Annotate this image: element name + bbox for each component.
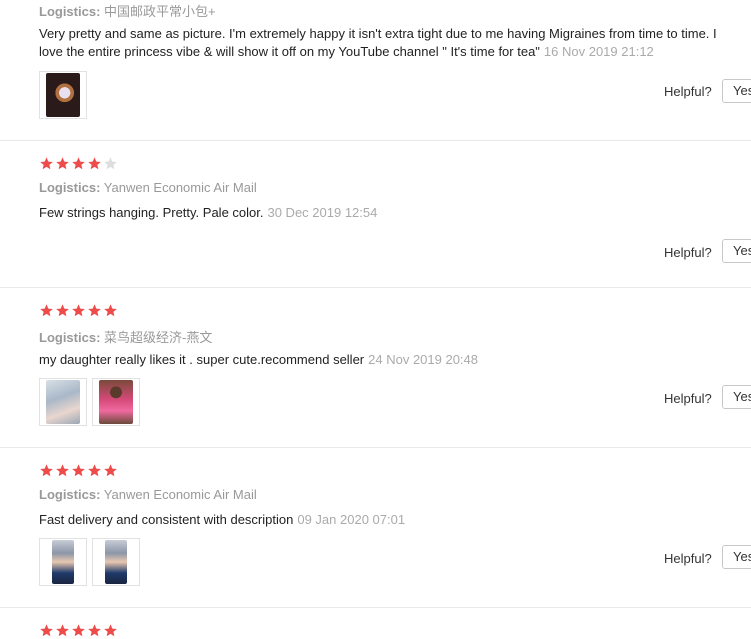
star-rating [39,463,118,479]
star-filled-icon [55,156,70,171]
review-item: Logistics: Yanwen Economic Air Mail Few … [0,141,751,288]
review-item: Logistics: 菜鸟超级经济-燕文 my daughter really … [0,288,751,448]
logistics-label: Logistics: [39,4,101,19]
star-filled-icon [55,623,70,638]
review-text-line-2: love the entire princess vibe & will sho… [39,44,540,59]
helpful-yes-button[interactable]: Yes [722,79,751,103]
helpful-label: Helpful? [664,84,712,99]
logistics-value: 中国邮政平常小包+ [104,4,216,19]
star-filled-icon [71,623,86,638]
logistics-value: 菜鸟超级经济-燕文 [104,330,213,345]
photo-icon [46,380,80,424]
review-item: Logistics: 中国邮政平常小包+ Very pretty and sam… [0,0,751,141]
star-filled-icon [39,156,54,171]
review-text: Few strings hanging. Pretty. Pale color.… [39,204,377,222]
star-filled-icon [39,623,54,638]
review-photo-thumbnail[interactable] [39,538,87,586]
star-empty-icon [103,156,118,171]
helpful-yes-button[interactable]: Yes [722,545,751,569]
star-filled-icon [71,156,86,171]
star-filled-icon [103,623,118,638]
review-photo-thumbnail[interactable] [92,538,140,586]
review-photos [39,538,140,586]
star-filled-icon [87,303,102,318]
star-rating [39,623,118,639]
logistics-info: Logistics: 菜鸟超级经济-燕文 [39,327,212,346]
review-date: 16 Nov 2019 21:12 [543,44,654,59]
logistics-label: Logistics: [39,487,101,502]
review-date: 09 Jan 2020 07:01 [297,512,406,527]
star-filled-icon [71,463,86,478]
review-item [0,608,751,637]
star-filled-icon [39,463,54,478]
logistics-info: Logistics: Yanwen Economic Air Mail [39,487,257,502]
helpful-label: Helpful? [664,391,712,406]
helpful-yes-button[interactable]: Yes [722,239,751,263]
review-text-body: Few strings hanging. Pretty. Pale color. [39,205,264,220]
review-text-body: my daughter really likes it . super cute… [39,352,365,367]
star-filled-icon [87,623,102,638]
review-photos [39,378,140,426]
logistics-info: Logistics: Yanwen Economic Air Mail [39,180,257,195]
review-photo-thumbnail[interactable] [39,71,87,119]
review-text-body: Fast delivery and consistent with descri… [39,512,294,527]
review-photo-thumbnail[interactable] [39,378,87,426]
logistics-info: Logistics: 中国邮政平常小包+ [39,1,216,20]
star-filled-icon [87,156,102,171]
star-filled-icon [87,463,102,478]
star-rating [39,156,118,172]
star-rating [39,303,118,319]
star-filled-icon [103,463,118,478]
logistics-value: Yanwen Economic Air Mail [103,180,257,195]
star-filled-icon [103,303,118,318]
star-filled-icon [71,303,86,318]
logistics-value: Yanwen Economic Air Mail [103,487,257,502]
helpful-label: Helpful? [664,245,712,260]
review-text: Very pretty and same as picture. I'm ext… [39,25,717,61]
photo-icon [99,380,133,424]
photo-icon [46,73,80,117]
review-text: my daughter really likes it . super cute… [39,351,478,369]
logistics-label: Logistics: [39,330,101,345]
review-text: Fast delivery and consistent with descri… [39,511,405,529]
star-filled-icon [39,303,54,318]
helpful-yes-button[interactable]: Yes [722,385,751,409]
logistics-label: Logistics: [39,180,101,195]
helpful-label: Helpful? [664,551,712,566]
photo-icon [105,540,127,584]
review-photos [39,71,87,119]
review-photo-thumbnail[interactable] [92,378,140,426]
review-date: 24 Nov 2019 20:48 [368,352,479,367]
review-text-line: love the entire princess vibe & will sho… [39,43,717,61]
review-date: 30 Dec 2019 12:54 [267,205,378,220]
photo-icon [52,540,74,584]
star-filled-icon [55,303,70,318]
star-filled-icon [55,463,70,478]
review-item: Logistics: Yanwen Economic Air Mail Fast… [0,448,751,608]
review-text-line: Very pretty and same as picture. I'm ext… [39,26,717,41]
